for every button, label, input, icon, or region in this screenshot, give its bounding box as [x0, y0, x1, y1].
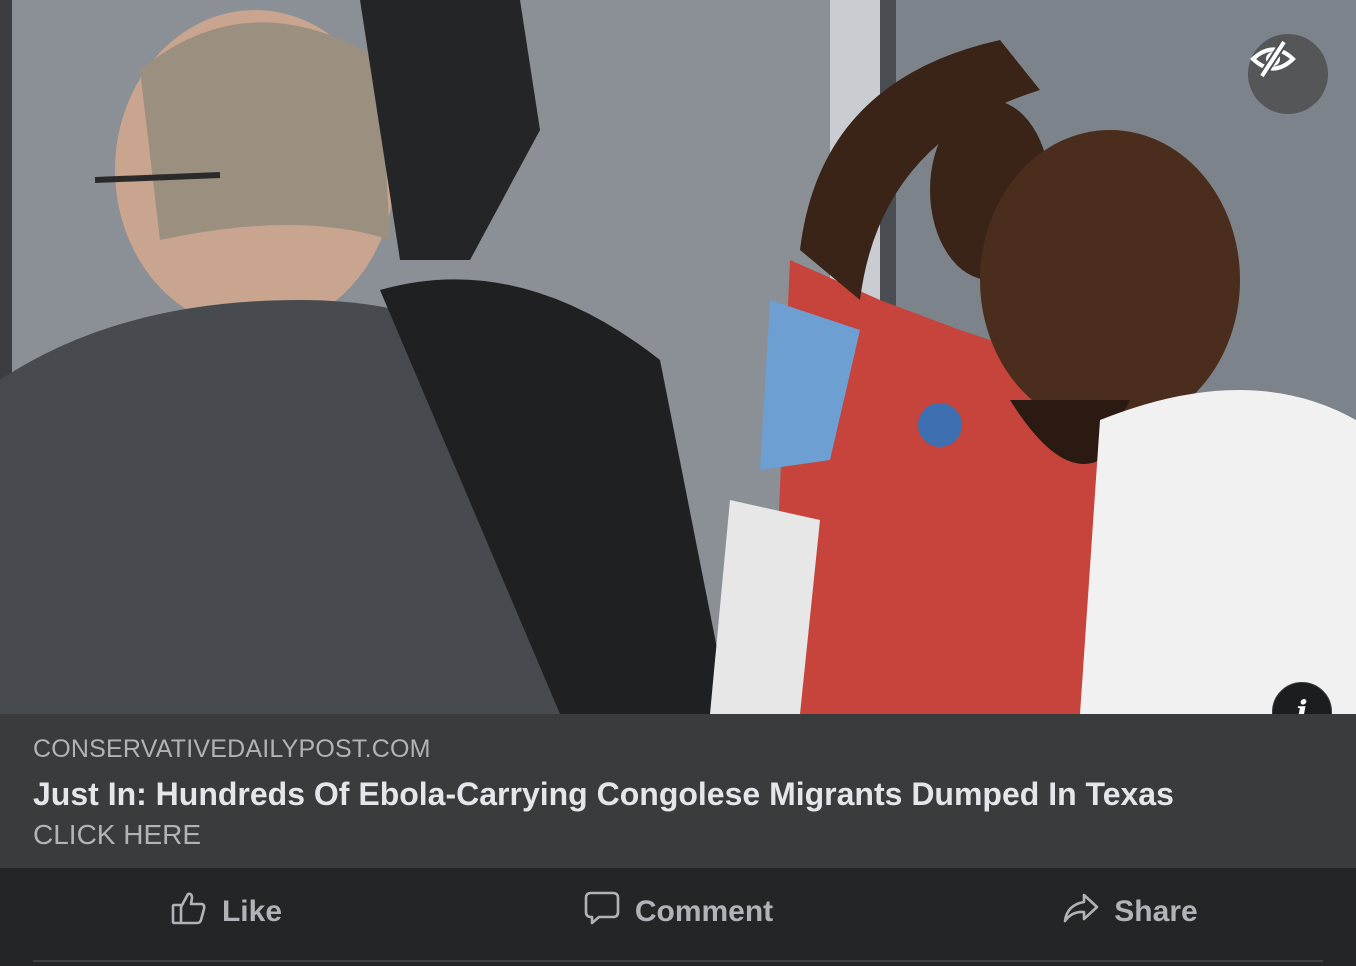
link-preview[interactable]: CONSERVATIVEDAILYPOST.COM Just In: Hundr… — [0, 714, 1356, 868]
info-icon: i — [1296, 694, 1308, 715]
share-label: Share — [1114, 895, 1198, 928]
link-headline[interactable]: Just In: Hundreds Of Ebola-Carrying Cong… — [33, 774, 1323, 814]
like-label: Like — [221, 895, 283, 928]
share-button[interactable]: Share — [904, 868, 1356, 966]
post-action-bar: Like Comment Share — [0, 868, 1356, 966]
share-arrow-icon — [1062, 889, 1100, 935]
thumbs-up-icon — [170, 889, 208, 935]
post-photo-illustration — [0, 0, 1356, 714]
like-button[interactable]: Like — [0, 868, 452, 966]
link-cta[interactable]: CLICK HERE — [33, 818, 1323, 852]
comment-button[interactable]: Comment — [452, 868, 904, 966]
comment-bubble-icon — [583, 889, 621, 935]
comment-label: Comment — [634, 895, 774, 928]
divider — [33, 960, 1323, 962]
link-domain: CONSERVATIVEDAILYPOST.COM — [33, 735, 431, 763]
hide-image-button[interactable] — [1248, 34, 1328, 114]
post-image[interactable]: i — [0, 0, 1356, 714]
